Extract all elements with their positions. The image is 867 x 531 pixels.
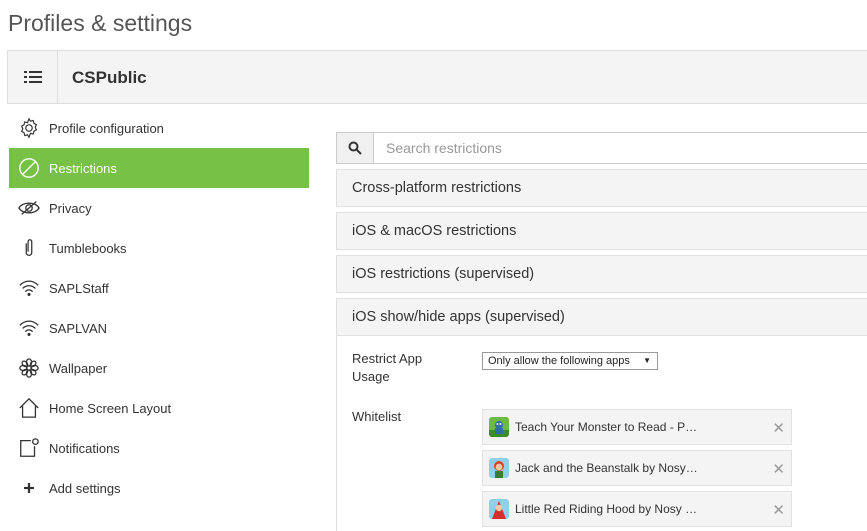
panel-label: iOS & macOS restrictions — [352, 223, 517, 239]
close-icon[interactable]: ✕ — [772, 460, 785, 478]
sidebar-item-label: Wallpaper — [49, 360, 108, 376]
app-name: Jack and the Beanstalk by Nosy… — [515, 461, 698, 475]
sidebar-item-label: Profile configuration — [49, 120, 164, 136]
whitelist-app-item: Little Red Riding Hood by Nosy … ✕ — [482, 491, 792, 527]
show-hide-apps-content: Restrict App Usage Only allow the follow… — [336, 338, 867, 531]
list-icon — [23, 71, 42, 83]
whitelist-app-item: Jack and the Beanstalk by Nosy… ✕ — [482, 450, 792, 486]
sidebar-item-profile-configuration[interactable]: Profile configuration — [9, 108, 309, 148]
monster-app-icon — [489, 417, 509, 437]
app-name: Teach Your Monster to Read - P… — [515, 420, 698, 434]
paperclip-icon — [17, 236, 41, 260]
jack-app-icon — [489, 458, 509, 478]
panel-cross-platform-restrictions[interactable]: Cross-platform restrictions — [336, 169, 867, 207]
menu-button[interactable] — [8, 51, 58, 103]
sidebar-item-label: Home Screen Layout — [49, 400, 172, 416]
search-bar — [336, 132, 867, 164]
page-title: Profiles & settings — [8, 10, 193, 36]
app-name: Little Red Riding Hood by Nosy … — [515, 502, 698, 516]
prohibit-icon — [17, 156, 41, 180]
wifi-icon — [17, 316, 41, 340]
sidebar-item-privacy[interactable]: Privacy — [9, 188, 309, 228]
restrict-app-usage-label: Restrict App Usage — [352, 351, 423, 384]
close-icon[interactable]: ✕ — [772, 501, 785, 519]
whitelist-label: Whitelist — [352, 409, 402, 424]
home-icon — [17, 396, 41, 420]
sidebar-item-tumblebooks[interactable]: Tumblebooks — [9, 228, 309, 268]
plus-icon — [17, 476, 41, 500]
sidebar-item-label: Notifications — [49, 440, 120, 456]
panel-ios-macos-restrictions[interactable]: iOS & macOS restrictions — [336, 212, 867, 250]
whitelist-app-item: Teach Your Monster to Read - P… ✕ — [482, 409, 792, 445]
sidebar: Profile configuration Restrictions Priva… — [9, 108, 309, 508]
close-icon[interactable]: ✕ — [772, 419, 785, 437]
sidebar-item-label: SAPLStaff — [49, 280, 109, 296]
gear-icon — [17, 116, 41, 140]
flower-icon — [17, 356, 41, 380]
sidebar-item-label: Restrictions — [49, 160, 117, 176]
search-button[interactable] — [337, 133, 374, 163]
sidebar-item-label: SAPLVAN — [49, 320, 108, 336]
select-value: Only allow the following apps — [488, 355, 630, 367]
sidebar-item-label: Add settings — [49, 480, 121, 496]
notification-icon — [17, 436, 41, 460]
search-input[interactable] — [374, 133, 867, 163]
restrict-app-usage-select[interactable]: Only allow the following apps ▼ — [482, 352, 658, 370]
triangle-down-icon: ▼ — [643, 356, 651, 365]
sidebar-item-label: Privacy — [49, 200, 92, 216]
sidebar-item-saplstaff[interactable]: SAPLStaff — [9, 268, 309, 308]
sidebar-item-label: Tumblebooks — [49, 240, 127, 256]
sidebar-item-saplvan[interactable]: SAPLVAN — [9, 308, 309, 348]
eye-icon — [17, 196, 41, 220]
sidebar-item-home-screen-layout[interactable]: Home Screen Layout — [9, 388, 309, 428]
panel-ios-show-hide-apps[interactable]: iOS show/hide apps (supervised) — [336, 298, 867, 336]
panel-label: iOS show/hide apps (supervised) — [352, 309, 565, 325]
panel-label: iOS restrictions (supervised) — [352, 266, 535, 282]
panel-label: Cross-platform restrictions — [352, 180, 522, 196]
red-riding-hood-app-icon — [489, 499, 509, 519]
profile-name: CSPublic — [72, 68, 147, 87]
search-icon — [348, 141, 362, 155]
wifi-icon — [17, 276, 41, 300]
panel-ios-restrictions-supervised[interactable]: iOS restrictions (supervised) — [336, 255, 867, 293]
sidebar-item-wallpaper[interactable]: Wallpaper — [9, 348, 309, 388]
sidebar-item-notifications[interactable]: Notifications — [9, 428, 309, 468]
profile-header: CSPublic — [7, 50, 867, 104]
sidebar-item-restrictions[interactable]: Restrictions — [9, 148, 309, 188]
sidebar-item-add-settings[interactable]: Add settings — [9, 468, 309, 508]
